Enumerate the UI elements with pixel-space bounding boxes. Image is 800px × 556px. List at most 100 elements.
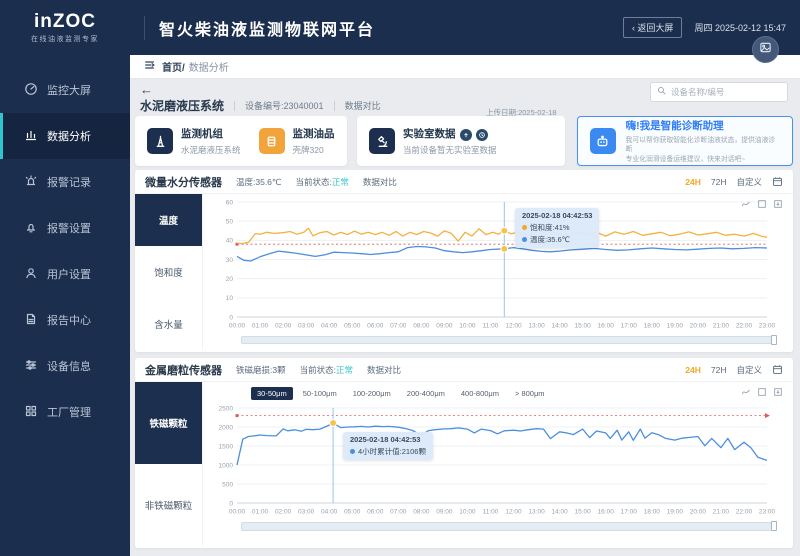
line-toggle-icon[interactable] [741,196,751,214]
calendar-icon[interactable] [772,364,783,375]
breadcrumb-home[interactable]: 首页/ [162,59,185,74]
card-monitor-unit-oil: 监测机组 水泥磨液压系统 监测油品 壳牌320 [135,116,347,166]
moisture-chart-area: 010203040506000:0001:0002:0003:0004:0005… [203,194,793,350]
svg-text:11:00: 11:00 [483,509,499,516]
svg-text:07:00: 07:00 [390,509,407,516]
svg-text:06:00: 06:00 [367,509,384,516]
tab-temperature[interactable]: 温度 [135,194,202,246]
moisture-sensor-panel: 微量水分传感器 温度:35.6℃ 当前状态:正常 数据对比 24H 72H 自定… [135,170,793,352]
svg-text:10:00: 10:00 [459,509,476,516]
app-header: inZOC 在线油液监测专家 智火柴油液监测物联网平台 ‹ 返回大屏 周四 20… [0,0,800,55]
monitor-oil-group[interactable]: 监测油品 壳牌320 [259,126,335,156]
tab-water-content[interactable]: 含水量 [135,298,202,350]
zoom-slider-handle[interactable] [771,335,777,345]
zoom-box-icon[interactable] [757,196,767,214]
microscope-icon [369,128,395,154]
sidebar-item-factory-management[interactable]: 工厂管理 [0,389,130,435]
particle-size-legend: 30-50μm 50-100μm 100-200μm 200-400μm 400… [207,384,789,402]
svg-text:13:00: 13:00 [528,323,545,330]
legend-over-800[interactable]: > 800μm [509,387,551,400]
svg-text:12:00: 12:00 [505,509,522,516]
save-image-icon[interactable] [773,196,783,214]
svg-text:16:00: 16:00 [598,323,615,330]
chart-zoom-slider[interactable] [241,522,775,531]
app-title: 智火柴油液监测物联网平台 [159,16,375,40]
upload-icon[interactable] [460,129,472,141]
data-compare-link[interactable]: 数据对比 [367,364,401,376]
sidebar-item-alarm-records[interactable]: 报警记录 [0,159,130,205]
moisture-line-chart[interactable]: 010203040506000:0001:0002:0003:0004:0005… [207,196,781,330]
svg-text:10:00: 10:00 [459,323,476,330]
particle-line-chart[interactable]: 0500100015002000250000:0001:0002:0003:00… [207,402,781,516]
moisture-chart-tooltip: 2025-02-18 04:42:53 饱和度:41% 温度:35.6℃ [515,208,599,248]
zoom-box-icon[interactable] [757,384,767,402]
range-24h-button[interactable]: 24H [685,177,701,187]
sidebar-item-device-info[interactable]: 设备信息 [0,343,130,389]
range-custom-button[interactable]: 自定义 [736,364,762,376]
svg-text:02:00: 02:00 [275,509,292,516]
svg-text:05:00: 05:00 [344,323,361,330]
calendar-icon[interactable] [772,176,783,187]
sidebar-item-monitor-screen[interactable]: 监控大屏 [0,67,130,113]
legend-50-100[interactable]: 50-100μm [297,387,343,400]
sidebar-item-label: 工厂管理 [47,404,91,420]
device-search [650,82,788,102]
panel-title: 微量水分传感器 [145,174,222,190]
svg-text:17:00: 17:00 [621,509,638,516]
back-to-bigscreen-button[interactable]: ‹ 返回大屏 [623,17,683,38]
sidebar-item-user-settings[interactable]: 用户设置 [0,251,130,297]
legend-100-200[interactable]: 100-200μm [347,387,397,400]
sidebar-item-label: 用户设置 [47,266,91,282]
legend-200-400[interactable]: 200-400μm [401,387,451,400]
history-icon[interactable] [476,129,488,141]
zoom-slider-handle[interactable] [771,521,777,531]
svg-text:03:00: 03:00 [298,509,315,516]
cumulative-dot [350,449,355,454]
svg-text:21:00: 21:00 [713,323,730,330]
chart-toolbox [741,196,783,214]
logo-tagline: 在线油液监测专家 [0,34,130,44]
back-arrow-button[interactable]: ← [140,82,153,97]
svg-text:01:00: 01:00 [252,323,269,330]
system-title: 水泥磨液压系统 [140,97,224,114]
svg-text:12:00: 12:00 [505,323,522,330]
save-image-icon[interactable] [773,384,783,402]
particle-chart-tooltip: 2025-02-18 04:42:53 4小时累计值:2106颗 [343,432,433,460]
card-lab-data[interactable]: 实验室数据 当前设备暂无实验室数据 [357,116,565,166]
sidebar-item-alarm-settings[interactable]: 报警设置 [0,205,130,251]
chart-zoom-slider[interactable] [241,336,775,344]
monitor-unit-group[interactable]: 监测机组 水泥磨液压系统 [147,126,241,156]
svg-text:00:00: 00:00 [229,323,246,330]
sidebar-item-report-center[interactable]: 报告中心 [0,297,130,343]
svg-text:17:00: 17:00 [621,323,638,330]
svg-text:09:00: 09:00 [436,509,453,516]
legend-400-800[interactable]: 400-800μm [455,387,505,400]
tab-ferromagnetic[interactable]: 铁磁颗粒 [135,382,202,464]
svg-text:13:00: 13:00 [528,509,545,516]
device-search-input[interactable] [671,87,781,97]
line-toggle-icon[interactable] [741,384,751,402]
data-compare-link[interactable]: 数据对比 [345,99,381,112]
tab-non-ferromagnetic[interactable]: 非铁磁颗粒 [135,464,202,546]
svg-text:01:00: 01:00 [252,509,269,516]
sidebar-item-label: 监控大屏 [47,82,91,98]
menu-lines-icon [144,58,162,76]
range-72h-button[interactable]: 72H [711,365,727,375]
range-custom-button[interactable]: 自定义 [736,176,762,188]
data-analysis-icon [24,128,47,145]
tab-saturation[interactable]: 饱和度 [135,246,202,298]
svg-text:20:00: 20:00 [690,323,707,330]
data-compare-link[interactable]: 数据对比 [363,176,397,188]
card-ai-assistant[interactable]: 嗨!我是智能诊断助理 我可以帮你获取智能化诊断油液状态，提供油液诊断 专业化润滑… [577,116,793,166]
svg-text:20:00: 20:00 [690,509,707,516]
range-24h-button[interactable]: 24H [685,365,701,375]
logo-text: inZOC [0,12,130,31]
sidebar-item-data-analysis[interactable]: 数据分析 [0,113,130,159]
sidebar-item-label: 报警设置 [47,220,91,236]
range-72h-button[interactable]: 72H [711,177,727,187]
svg-text:19:00: 19:00 [667,509,684,516]
legend-30-50[interactable]: 30-50μm [251,387,293,400]
screenshot-feedback-button[interactable] [752,36,779,63]
panel-metric: 铁磁磨损:3颗 [236,364,286,376]
svg-text:08:00: 08:00 [413,323,430,330]
